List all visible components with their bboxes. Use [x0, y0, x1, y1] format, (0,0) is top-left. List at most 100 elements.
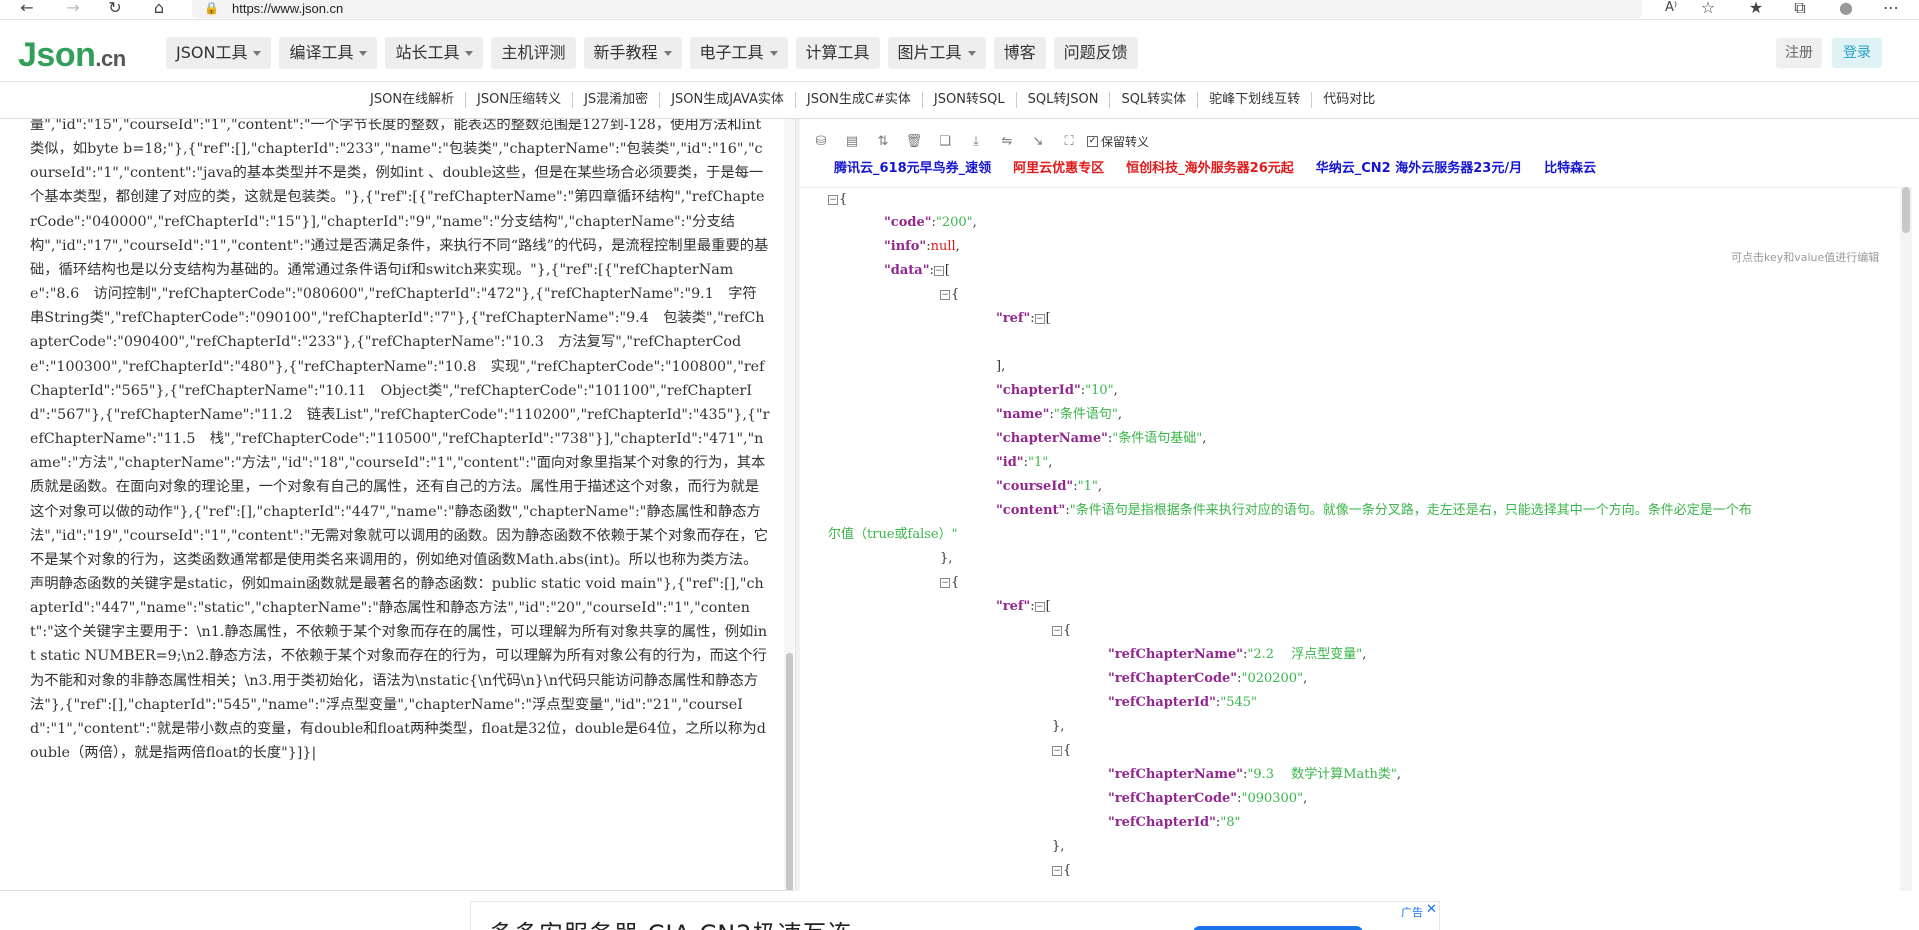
json-value[interactable]: "10" — [1085, 383, 1114, 398]
viewer-scrollbar-track[interactable] — [1900, 187, 1912, 891]
json-key[interactable]: "data" — [884, 263, 930, 278]
banner-ad-button[interactable] — [1193, 926, 1363, 930]
json-key[interactable]: "id" — [996, 455, 1024, 470]
collapse-toggle[interactable]: − — [1052, 745, 1062, 756]
delete-icon[interactable]: 🗑 — [905, 134, 923, 149]
json-value[interactable]: "条件语句" — [1054, 407, 1118, 422]
subnav-link[interactable]: JSON生成JAVA实体 — [660, 92, 796, 108]
keep-escape-checkbox[interactable]: ✓ 保留转义 — [1087, 133, 1149, 150]
nav-item[interactable]: 图片工具 — [887, 37, 986, 69]
json-key[interactable]: "refChapterId" — [1108, 695, 1216, 710]
json-value[interactable]: "条件语句基础" — [1112, 431, 1202, 446]
json-value[interactable]: null — [931, 239, 956, 254]
subnav-link[interactable]: JS混淆加密 — [573, 92, 661, 108]
json-key[interactable]: "refChapterCode" — [1108, 791, 1237, 806]
collapse-toggle[interactable]: − — [1052, 865, 1062, 876]
subnav-link[interactable]: JSON在线解析 — [370, 92, 467, 108]
json-input-editor[interactable]: 量","id":"15","courseId":"1","content":"一… — [0, 119, 796, 891]
subnav-link[interactable]: 驼峰下划线互转 — [1198, 92, 1313, 108]
json-key[interactable]: "name" — [996, 407, 1049, 422]
nav-item[interactable]: 新手教程 — [583, 37, 682, 69]
sponsor-link[interactable]: 腾讯云_618元早鸟券_速领 — [834, 157, 991, 176]
collapse-toggle[interactable]: − — [1052, 625, 1062, 636]
collapse-toggle[interactable]: − — [940, 577, 950, 588]
viewer-scrollbar-thumb[interactable] — [1902, 187, 1910, 233]
format-icon[interactable]: ▤ — [843, 134, 861, 149]
url-text[interactable]: https://www.json.cn — [232, 1, 343, 16]
json-key[interactable]: "refChapterCode" — [1108, 671, 1237, 686]
favorite-icon[interactable]: ☆ — [1697, 0, 1719, 18]
json-key[interactable]: "refChapterId" — [1108, 815, 1216, 830]
back-icon[interactable]: ← — [16, 0, 38, 18]
more-icon[interactable]: ⋯ — [1880, 0, 1902, 18]
collapse-toggle[interactable]: − — [828, 194, 838, 205]
nav-item[interactable]: 编译工具 — [279, 37, 378, 69]
sort-icon[interactable]: ⇅ — [874, 134, 892, 149]
collections-icon[interactable]: ⧉ — [1789, 0, 1811, 18]
close-icon[interactable]: ✕ — [1426, 902, 1437, 917]
collapse-icon[interactable]: ↘ — [1029, 134, 1047, 149]
sponsor-link[interactable]: 阿里云优惠专区 — [1013, 157, 1104, 176]
json-input-text[interactable]: 量","id":"15","courseId":"1","content":"一… — [30, 119, 770, 765]
favorites-list-icon[interactable]: ★ — [1745, 0, 1767, 18]
json-value[interactable]: "090300" — [1241, 791, 1303, 806]
json-key[interactable]: "code" — [884, 215, 932, 230]
copy-icon[interactable]: ❏ — [936, 134, 954, 149]
json-value[interactable]: "200" — [936, 215, 973, 230]
json-value[interactable]: "020200" — [1241, 671, 1303, 686]
refresh-icon[interactable]: ↻ — [104, 0, 126, 18]
json-key[interactable]: "ref" — [996, 311, 1030, 326]
nav-item[interactable]: 主机评测 — [491, 37, 576, 69]
read-aloud-icon[interactable]: A⁾ — [1660, 0, 1682, 18]
collapse-toggle[interactable]: − — [1034, 601, 1045, 612]
json-key[interactable]: "chapterId" — [996, 383, 1081, 398]
json-key[interactable]: "content" — [996, 503, 1065, 518]
subnav-link[interactable]: SQL转JSON — [1017, 92, 1111, 108]
site-logo[interactable]: Json.cn — [18, 36, 126, 75]
nav-item[interactable]: 博客 — [993, 37, 1046, 69]
login-button[interactable]: 登录 — [1832, 38, 1882, 68]
forward-icon[interactable]: → — [62, 0, 84, 18]
nav-item[interactable]: 计算工具 — [795, 37, 880, 69]
json-key[interactable]: "refChapterName" — [1108, 767, 1243, 782]
json-value[interactable]: "条件语句是指根据条件来执行对应的语句。就像一条分叉路，走左还是右，只能选择其中… — [1070, 503, 1752, 518]
database-icon[interactable]: ⛁ — [812, 134, 830, 149]
json-value[interactable]: "8" — [1220, 815, 1240, 830]
register-button[interactable]: 注册 — [1776, 38, 1822, 68]
nav-item[interactable]: JSON工具 — [166, 37, 272, 69]
json-key[interactable]: "refChapterName" — [1108, 647, 1243, 662]
subnav-link[interactable]: 代码对比 — [1312, 92, 1386, 108]
nav-item[interactable]: 电子工具 — [689, 37, 788, 69]
json-key[interactable]: "courseId" — [996, 479, 1073, 494]
download-icon[interactable]: ⤓ — [967, 134, 985, 149]
editor-scrollbar-thumb[interactable] — [786, 653, 793, 890]
nav-item[interactable]: 问题反馈 — [1053, 37, 1138, 69]
json-key[interactable]: "ref" — [996, 599, 1030, 614]
sponsor-link[interactable]: 恒创科技_海外服务器26元起 — [1126, 157, 1294, 176]
subnav-link[interactable]: JSON转SQL — [923, 92, 1017, 108]
home-icon[interactable]: ⌂ — [148, 0, 170, 18]
nav-item[interactable]: 站长工具 — [385, 37, 484, 69]
json-key[interactable]: "info" — [884, 239, 926, 254]
json-value[interactable]: 尔值（true或false）" — [828, 527, 958, 542]
address-bar[interactable]: 🔒 https://www.json.cn — [192, 0, 1642, 18]
collapse-toggle[interactable]: − — [1034, 313, 1045, 324]
collapse-toggle[interactable]: − — [940, 289, 950, 300]
banner-ad-text[interactable]: 多多安服务器 CIA CN2极速互连 — [489, 914, 853, 930]
subnav-link[interactable]: JSON生成C#实体 — [796, 92, 923, 108]
lock-icon[interactable]: 🔒 — [204, 1, 219, 15]
collapse-toggle[interactable]: − — [933, 265, 944, 276]
bottom-banner-ad[interactable]: 多多安服务器 CIA CN2极速互连 广告 ✕ — [470, 901, 1440, 930]
json-key[interactable]: "chapterName" — [996, 431, 1108, 446]
sponsor-link[interactable]: 比特森云 — [1544, 157, 1596, 176]
compress-icon[interactable]: ⇋ — [998, 134, 1016, 149]
profile-icon[interactable]: ● — [1835, 0, 1857, 18]
json-value[interactable]: "1" — [1028, 455, 1048, 470]
subnav-link[interactable]: JSON压缩转义 — [466, 92, 574, 108]
json-value[interactable]: "1" — [1078, 479, 1098, 494]
json-value[interactable]: "9.3 数学计算Math类" — [1247, 767, 1396, 782]
json-value[interactable]: "2.2 浮点型变量" — [1247, 647, 1362, 662]
fullscreen-icon[interactable]: ⛶ — [1060, 134, 1078, 149]
sponsor-link[interactable]: 华纳云_CN2 海外云服务器23元/月 — [1316, 157, 1522, 176]
json-value[interactable]: "545" — [1220, 695, 1257, 710]
